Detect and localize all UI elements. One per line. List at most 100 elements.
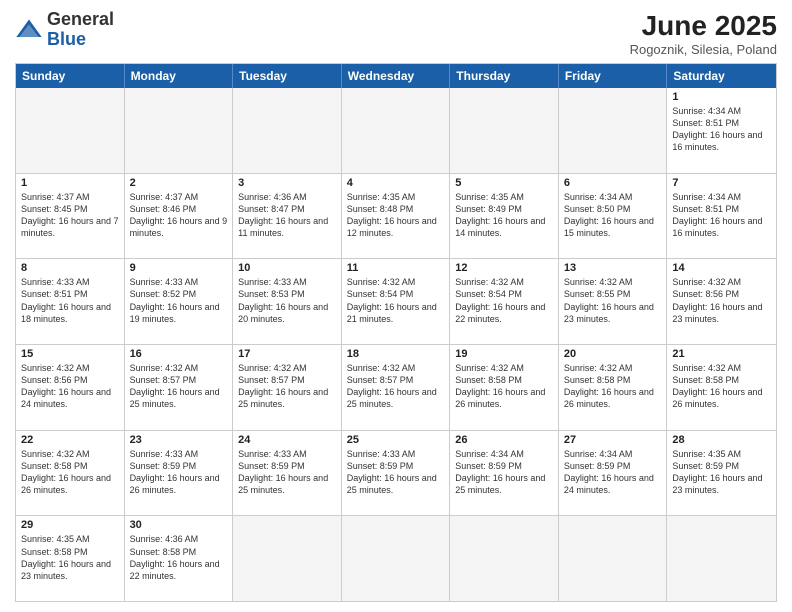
calendar-cell [667, 516, 776, 601]
cell-info: Sunrise: 4:35 AMSunset: 8:58 PMDaylight:… [21, 533, 119, 582]
cell-info: Sunrise: 4:36 AMSunset: 8:58 PMDaylight:… [130, 533, 228, 582]
day-number: 18 [347, 348, 445, 360]
header-day-sunday: Sunday [16, 64, 125, 88]
day-number: 9 [130, 262, 228, 274]
day-number: 26 [455, 434, 553, 446]
calendar-cell [450, 88, 559, 173]
calendar-cell: 23Sunrise: 4:33 AMSunset: 8:59 PMDayligh… [125, 431, 234, 516]
calendar-cell: 10Sunrise: 4:33 AMSunset: 8:53 PMDayligh… [233, 259, 342, 344]
header-day-saturday: Saturday [667, 64, 776, 88]
page: General Blue June 2025 Rogoznik, Silesia… [0, 0, 792, 612]
cell-info: Sunrise: 4:34 AMSunset: 8:51 PMDaylight:… [672, 105, 771, 154]
day-number: 16 [130, 348, 228, 360]
calendar-cell [342, 88, 451, 173]
calendar-cell [559, 88, 668, 173]
calendar-cell: 21 Sunrise: 4:32 AMSunset: 8:58 PMDayligh… [667, 345, 776, 430]
calendar-cell: 6Sunrise: 4:34 AMSunset: 8:50 PMDaylight… [559, 174, 668, 259]
header-day-tuesday: Tuesday [233, 64, 342, 88]
calendar-cell: 11Sunrise: 4:32 AMSunset: 8:54 PMDayligh… [342, 259, 451, 344]
day-number: 2 [130, 177, 228, 189]
cell-info: Sunrise: 4:35 AMSunset: 8:48 PMDaylight:… [347, 191, 445, 240]
day-number: 4 [347, 177, 445, 189]
cell-info: Sunrise: 4:33 AMSunset: 8:51 PMDaylight:… [21, 276, 119, 325]
cell-info: Sunrise: 4:34 AMSunset: 8:59 PMDaylight:… [564, 448, 662, 497]
calendar-week-5: 22 Sunrise: 4:32 AMSunset: 8:58 PMDayligh… [16, 430, 776, 516]
cell-info: Sunrise: 4:32 AMSunset: 8:56 PMDaylight:… [21, 362, 119, 411]
header-day-wednesday: Wednesday [342, 64, 451, 88]
cell-info: Sunrise: 4:32 AMSunset: 8:54 PMDaylight:… [347, 276, 445, 325]
day-number: 7 [672, 177, 771, 189]
cell-info: Sunrise: 4:32 AMSunset: 8:57 PMDaylight:… [238, 362, 336, 411]
day-number: 21 [672, 348, 771, 360]
cell-info: Sunrise: 4:33 AMSunset: 8:59 PMDaylight:… [347, 448, 445, 497]
header: General Blue June 2025 Rogoznik, Silesia… [15, 10, 777, 57]
cell-info: Sunrise: 4:36 AMSunset: 8:47 PMDaylight:… [238, 191, 336, 240]
cell-info: Sunrise: 4:34 AMSunset: 8:59 PMDaylight:… [455, 448, 553, 497]
calendar: SundayMondayTuesdayWednesdayThursdayFrid… [15, 63, 777, 602]
calendar-cell [450, 516, 559, 601]
calendar-cell: 29 Sunrise: 4:35 AMSunset: 8:58 PMDayligh… [16, 516, 125, 601]
main-title: June 2025 [630, 10, 777, 42]
cell-info: Sunrise: 4:32 AMSunset: 8:57 PMDaylight:… [130, 362, 228, 411]
calendar-cell: 26 Sunrise: 4:34 AMSunset: 8:59 PMDayligh… [450, 431, 559, 516]
calendar-cell: 4 Sunrise: 4:35 AMSunset: 8:48 PMDaylight… [342, 174, 451, 259]
day-number: 19 [455, 348, 553, 360]
header-day-monday: Monday [125, 64, 234, 88]
day-number: 28 [672, 434, 771, 446]
logo-icon [15, 16, 43, 44]
calendar-cell [233, 88, 342, 173]
calendar-cell: 14 Sunrise: 4:32 AMSunset: 8:56 PMDayligh… [667, 259, 776, 344]
calendar-cell: 24Sunrise: 4:33 AMSunset: 8:59 PMDayligh… [233, 431, 342, 516]
calendar-cell: 19 Sunrise: 4:32 AMSunset: 8:58 PMDayligh… [450, 345, 559, 430]
day-number: 20 [564, 348, 662, 360]
cell-info: Sunrise: 4:32 AMSunset: 8:56 PMDaylight:… [672, 276, 771, 325]
calendar-cell: 5 Sunrise: 4:35 AMSunset: 8:49 PMDaylight… [450, 174, 559, 259]
cell-info: Sunrise: 4:33 AMSunset: 8:59 PMDaylight:… [238, 448, 336, 497]
logo-text: General Blue [47, 10, 114, 50]
calendar-week-1: 1Sunrise: 4:34 AMSunset: 8:51 PMDaylight… [16, 88, 776, 173]
calendar-cell: 22 Sunrise: 4:32 AMSunset: 8:58 PMDayligh… [16, 431, 125, 516]
calendar-cell: 16 Sunrise: 4:32 AMSunset: 8:57 PMDayligh… [125, 345, 234, 430]
cell-info: Sunrise: 4:32 AMSunset: 8:58 PMDaylight:… [564, 362, 662, 411]
calendar-cell [125, 88, 234, 173]
day-number: 14 [672, 262, 771, 274]
calendar-cell: 28 Sunrise: 4:35 AMSunset: 8:59 PMDayligh… [667, 431, 776, 516]
header-day-friday: Friday [559, 64, 668, 88]
cell-info: Sunrise: 4:32 AMSunset: 8:54 PMDaylight:… [455, 276, 553, 325]
day-number: 5 [455, 177, 553, 189]
day-number: 15 [21, 348, 119, 360]
day-number: 30 [130, 519, 228, 531]
calendar-cell: 8 Sunrise: 4:33 AMSunset: 8:51 PMDaylight… [16, 259, 125, 344]
calendar-cell: 3Sunrise: 4:36 AMSunset: 8:47 PMDaylight… [233, 174, 342, 259]
calendar-cell [342, 516, 451, 601]
day-number: 17 [238, 348, 336, 360]
day-number: 29 [21, 519, 119, 531]
cell-info: Sunrise: 4:34 AMSunset: 8:50 PMDaylight:… [564, 191, 662, 240]
calendar-cell: 30 Sunrise: 4:36 AMSunset: 8:58 PMDayligh… [125, 516, 234, 601]
day-number: 8 [21, 262, 119, 274]
calendar-body: 1Sunrise: 4:34 AMSunset: 8:51 PMDaylight… [16, 88, 776, 601]
day-number: 22 [21, 434, 119, 446]
calendar-cell: 12Sunrise: 4:32 AMSunset: 8:54 PMDayligh… [450, 259, 559, 344]
cell-info: Sunrise: 4:32 AMSunset: 8:57 PMDaylight:… [347, 362, 445, 411]
cell-info: Sunrise: 4:32 AMSunset: 8:58 PMDaylight:… [21, 448, 119, 497]
calendar-cell: 27Sunrise: 4:34 AMSunset: 8:59 PMDayligh… [559, 431, 668, 516]
calendar-cell: 25Sunrise: 4:33 AMSunset: 8:59 PMDayligh… [342, 431, 451, 516]
cell-info: Sunrise: 4:33 AMSunset: 8:53 PMDaylight:… [238, 276, 336, 325]
cell-info: Sunrise: 4:35 AMSunset: 8:59 PMDaylight:… [672, 448, 771, 497]
cell-info: Sunrise: 4:32 AMSunset: 8:58 PMDaylight:… [455, 362, 553, 411]
calendar-cell: 1Sunrise: 4:37 AMSunset: 8:45 PMDaylight… [16, 174, 125, 259]
cell-info: Sunrise: 4:32 AMSunset: 8:58 PMDaylight:… [672, 362, 771, 411]
header-day-thursday: Thursday [450, 64, 559, 88]
cell-info: Sunrise: 4:35 AMSunset: 8:49 PMDaylight:… [455, 191, 553, 240]
calendar-cell: 20 Sunrise: 4:32 AMSunset: 8:58 PMDayligh… [559, 345, 668, 430]
calendar-week-4: 15 Sunrise: 4:32 AMSunset: 8:56 PMDayligh… [16, 344, 776, 430]
calendar-cell [16, 88, 125, 173]
cell-info: Sunrise: 4:34 AMSunset: 8:51 PMDaylight:… [672, 191, 771, 240]
calendar-cell: 17 Sunrise: 4:32 AMSunset: 8:57 PMDayligh… [233, 345, 342, 430]
calendar-week-3: 8 Sunrise: 4:33 AMSunset: 8:51 PMDaylight… [16, 258, 776, 344]
calendar-header: SundayMondayTuesdayWednesdayThursdayFrid… [16, 64, 776, 88]
subtitle: Rogoznik, Silesia, Poland [630, 42, 777, 57]
cell-info: Sunrise: 4:37 AMSunset: 8:46 PMDaylight:… [130, 191, 228, 240]
calendar-cell: 15 Sunrise: 4:32 AMSunset: 8:56 PMDayligh… [16, 345, 125, 430]
